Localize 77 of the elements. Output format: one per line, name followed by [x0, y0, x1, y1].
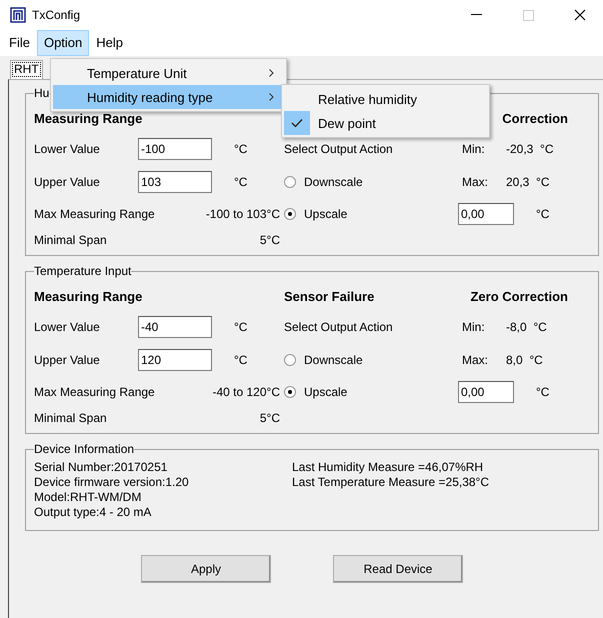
minimize-icon[interactable] [470, 14, 482, 16]
span-value: 5°C [260, 233, 280, 247]
field-label: Minimal Span [34, 233, 107, 247]
info-text: Output type:4 - 20 mA [34, 505, 152, 520]
unit-label: °C [536, 206, 550, 220]
field-label: Min: [461, 320, 486, 334]
unit-label: °C [533, 320, 547, 334]
info-text: Model:RHT-WM/DM [34, 490, 142, 505]
tab[interactable]: RHT [10, 60, 43, 79]
group-title: Hu [34, 86, 50, 100]
value-field[interactable]: 120 [138, 348, 212, 370]
radio-label[interactable]: Upscale [304, 384, 348, 398]
chevron-icon [269, 69, 274, 77]
unit-label: °C [529, 352, 543, 366]
field-label: Minimal Span [34, 411, 107, 425]
radio-button[interactable] [284, 354, 296, 366]
field-label: Upper Value [34, 352, 101, 366]
group-title: Temperature Input [34, 264, 132, 278]
field-label: Select Output Action [284, 320, 393, 334]
unit-label: °C [536, 384, 550, 398]
window-title: TxConfig [32, 8, 82, 22]
apply-button[interactable]: Apply [141, 555, 271, 583]
unit-label: °C [536, 174, 550, 188]
section-heading: Correction [502, 110, 568, 126]
unit-label: °C [234, 352, 248, 366]
max-value: 20,3 [506, 174, 530, 188]
group-title: Device Information [34, 442, 134, 456]
span-value: 5°C [260, 411, 280, 425]
field-label: Upper Value [34, 174, 101, 188]
unit-label: °C [234, 142, 248, 156]
unit-label: °C [540, 142, 554, 156]
field-label: Max: [461, 352, 490, 366]
field-label: Lower Value [34, 142, 101, 156]
unit-label: °C [234, 320, 248, 334]
close-icon[interactable] [574, 9, 586, 21]
value-field[interactable]: -100 [138, 138, 212, 160]
app-icon [10, 7, 26, 23]
radio-button[interactable] [284, 176, 296, 188]
radio-label[interactable]: Downscale [304, 352, 363, 366]
range-value: -40 to 120°C [212, 384, 280, 398]
chevron-icon [269, 93, 274, 101]
menu-item[interactable]: Help [89, 30, 130, 56]
unit-label: °C [234, 174, 248, 188]
radio-button[interactable] [284, 386, 296, 398]
info-text: Last Temperature Measure =25,38°C [292, 475, 490, 490]
field-label: Max: [461, 174, 490, 188]
field-label: Lower Value [34, 320, 101, 334]
range-value: -100 to 103°C [206, 206, 280, 220]
min-value: -20,3 [506, 142, 534, 156]
menu-item[interactable]: File [2, 30, 37, 56]
menu-entry[interactable]: Relative humidity [284, 87, 487, 111]
min-value: -8,0 [506, 320, 527, 334]
value-field[interactable]: 103 [138, 170, 212, 192]
value-field[interactable]: 0,00 [458, 202, 514, 224]
section-heading: Zero Correction [470, 288, 568, 304]
info-text: Device firmware version:1.20 [34, 475, 190, 490]
radio-label[interactable]: Upscale [304, 206, 348, 220]
menu-entry[interactable]: Humidity reading type [53, 85, 284, 109]
section-heading: Measuring Range [34, 110, 144, 126]
info-text: Last Humidity Measure =46,07%RH [292, 460, 484, 475]
read-device-button[interactable]: Read Device [333, 555, 463, 583]
value-field[interactable]: 0,00 [458, 380, 514, 402]
field-label: Max Measuring Range [34, 206, 155, 220]
menu-entry[interactable]: Temperature Unit [53, 61, 284, 85]
maximize-icon [522, 10, 534, 20]
value-field[interactable]: -40 [138, 316, 212, 338]
field-label: Min: [461, 142, 486, 156]
field-label: Max Measuring Range [34, 384, 155, 398]
menu-entry[interactable]: Dew point [284, 111, 487, 135]
info-text: Serial Number:20170251 [34, 460, 168, 475]
section-heading: Sensor Failure [284, 288, 374, 304]
menu-item[interactable]: Option [36, 30, 90, 56]
section-heading: Measuring Range [34, 288, 144, 304]
max-value: 8,0 [506, 352, 523, 366]
radio-button[interactable] [284, 208, 296, 220]
field-label: Select Output Action [284, 142, 393, 156]
radio-label[interactable]: Downscale [304, 174, 363, 188]
